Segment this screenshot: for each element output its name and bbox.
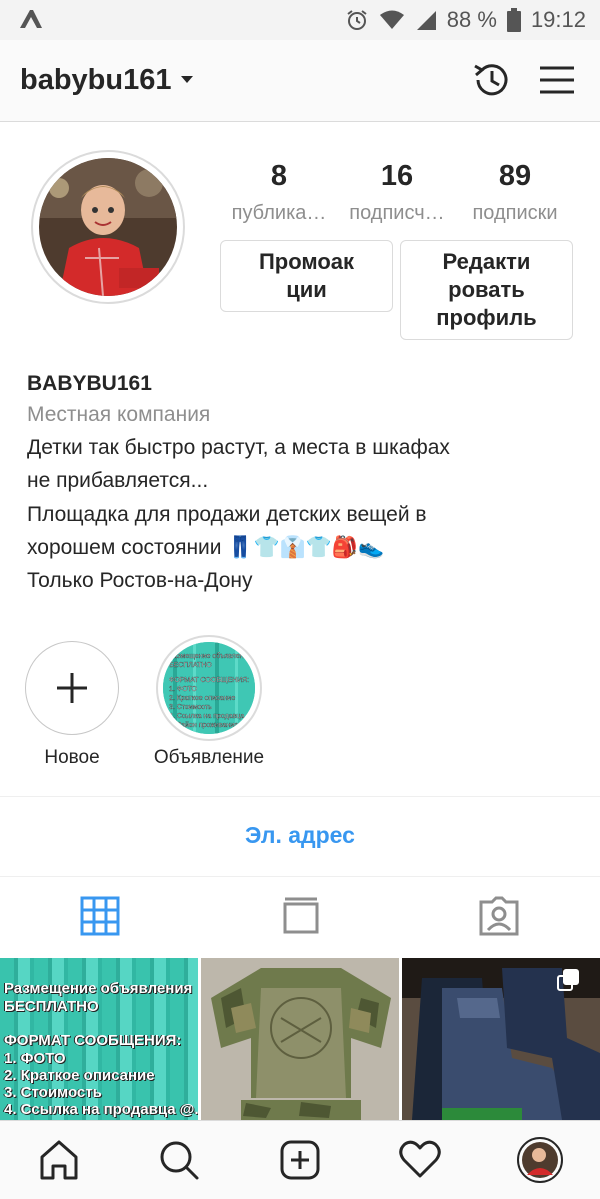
svg-text:2. Краткое описание: 2. Краткое описание (169, 695, 235, 702)
app-logo-icon (18, 8, 44, 37)
followers-count-label: подписч… (349, 202, 445, 224)
tile-text-line: 3. Стоимость (4, 1084, 102, 1101)
battery-percent: 88 % (446, 7, 497, 32)
highlight-label-ad: Объявление (153, 747, 265, 768)
post-thumbnail-ad[interactable]: Размещение объявления БЕСПЛАТНО ФОРМАТ С… (0, 958, 198, 1120)
plus-icon (57, 673, 87, 703)
bio-line: Площадка для продажи детских вещей в (27, 503, 427, 526)
bottom-navigation (0, 1120, 600, 1199)
grid-icon[interactable] (80, 896, 120, 941)
tile-text-line: БЕСПЛАТНО (4, 998, 99, 1015)
wifi-icon (379, 9, 405, 31)
divider (0, 876, 600, 877)
chevron-down-icon[interactable] (181, 76, 193, 83)
clock-time: 19:12 (530, 7, 586, 32)
profile-category: Местная компания (27, 403, 211, 426)
feed-icon[interactable] (281, 896, 321, 941)
profile-avatar[interactable] (31, 150, 185, 304)
svg-text:4. Ссылка на продавца: 4. Ссылка на продавца (169, 713, 244, 720)
profile-photo (39, 158, 177, 296)
edit-profile-button[interactable]: Редакти ровать профиль (400, 240, 573, 340)
tile-text-line: 1. ФОТО (4, 1050, 66, 1067)
bio-line: Детки так быстро растут, а места в шкафа… (27, 436, 450, 459)
svg-text:5. Район проживания: 5. Район проживания (169, 721, 238, 729)
posts-count-label: публика… (231, 202, 327, 224)
bio-line: не прибавляется... (27, 469, 209, 492)
profile-header: babybu161 (0, 40, 600, 122)
tagged-icon[interactable] (478, 896, 520, 941)
menu-icon[interactable] (537, 58, 577, 107)
status-bar: 88 % 19:12 (0, 0, 600, 40)
followers-count[interactable]: 16 подписч… (337, 158, 457, 232)
svg-text:1. ФОТО: 1. ФОТО (169, 686, 198, 693)
bio-line: Только Ростов-на-Дону (27, 569, 253, 592)
posts-count[interactable]: 8 публика… (219, 158, 339, 232)
home-icon[interactable] (38, 1139, 80, 1186)
history-icon[interactable] (470, 58, 514, 107)
tile-text-line: 4. Ссылка на продавца @... (4, 1101, 198, 1118)
tile-text-line: 2. Краткое описание (4, 1067, 155, 1084)
highlight-ad[interactable]: Размещение объявлений БЕСПЛАТНО ФОРМАТ С… (156, 635, 262, 741)
profile-avatar-icon[interactable] (517, 1137, 563, 1188)
tile-text-line: ФОРМАТ СООБЩЕНИЯ: (4, 1032, 182, 1049)
highlight-cover: Размещение объявлений БЕСПЛАТНО ФОРМАТ С… (163, 642, 255, 734)
email-contact-link[interactable]: Эл. адрес (0, 822, 600, 849)
svg-text:3. Стоимость: 3. Стоимость (169, 704, 212, 711)
post-thumbnail-boots[interactable] (402, 958, 600, 1120)
svg-text:Размещение объявлений: Размещение объявлений (169, 652, 252, 660)
bio-line: хорошем состоянии 👖👕👔👕🎒👟 (27, 536, 385, 559)
svg-text:ФОРМАТ СООБЩЕНИЯ:: ФОРМАТ СООБЩЕНИЯ: (169, 677, 249, 684)
heart-icon[interactable] (398, 1139, 442, 1186)
account-switcher[interactable]: babybu161 (20, 64, 172, 97)
svg-text:БЕСПЛАТНО: БЕСПЛАТНО (169, 662, 212, 669)
post-thumbnail-sweatshirt[interactable] (201, 958, 399, 1120)
search-icon[interactable] (158, 1139, 200, 1186)
following-count-label: подписки (472, 202, 558, 224)
tile-text-line: Размещение объявления (4, 980, 193, 997)
posts-count-value: 8 (270, 160, 288, 192)
battery-icon (506, 8, 521, 32)
signal-icon (415, 9, 437, 31)
alarm-icon (345, 8, 369, 32)
following-count[interactable]: 89 подписки (455, 158, 575, 232)
add-post-icon[interactable] (279, 1139, 321, 1186)
promotions-button[interactable]: Промоак ции (220, 240, 393, 312)
divider (0, 796, 600, 797)
followers-count-value: 16 (380, 160, 414, 192)
highlight-label-new: Новое (44, 747, 100, 768)
profile-name: BABYBU161 (27, 372, 152, 395)
new-highlight-button[interactable] (25, 641, 119, 735)
following-count-value: 89 (498, 160, 532, 192)
